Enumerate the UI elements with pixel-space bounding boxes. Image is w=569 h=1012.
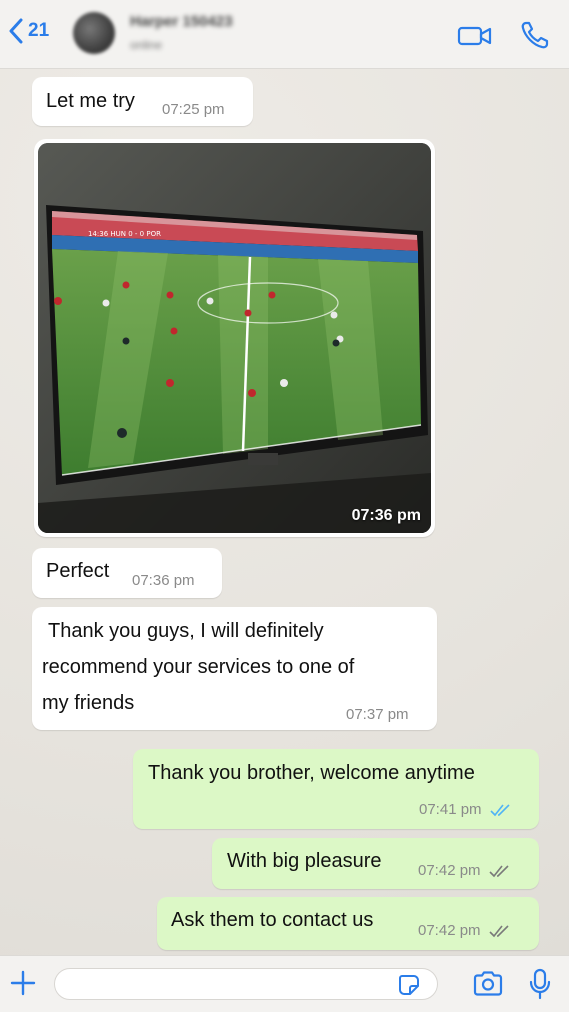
- phone-icon[interactable]: [518, 18, 552, 52]
- message-line: my friends: [42, 692, 135, 714]
- plus-icon[interactable]: [8, 968, 38, 998]
- message-bubble[interactable]: Thank you guys, I will definitely recomm…: [32, 607, 437, 730]
- message-composer: [0, 955, 569, 1012]
- camera-icon[interactable]: [472, 970, 504, 998]
- photo-message[interactable]: 14:36 HUN 0 - 0 POR 07:36 pm: [38, 143, 431, 533]
- message-time-status: 07:42 pm: [418, 922, 511, 939]
- message-line: Thank you guys, I will definitely: [48, 620, 324, 642]
- message-bubble[interactable]: Ask them to contact us 07:42 pm: [157, 897, 539, 950]
- tv-football-photo: [38, 143, 431, 533]
- message-time: 07:25 pm: [162, 101, 225, 118]
- chat-header: 21 Harper 150423 online: [0, 0, 569, 69]
- contact-status: online: [130, 38, 163, 52]
- message-bubble[interactable]: With big pleasure 07:42 pm: [212, 838, 539, 889]
- message-time-status: 07:42 pm: [418, 862, 511, 879]
- tv-scoreline: 14:36 HUN 0 - 0 POR: [88, 230, 161, 238]
- message-text: With big pleasure: [227, 850, 382, 872]
- double-check-icon: [489, 925, 509, 938]
- chevron-left-icon: [9, 18, 23, 44]
- message-time: 07:36 pm: [351, 507, 421, 524]
- sticker-icon[interactable]: [398, 974, 420, 996]
- message-time: 07:42 pm: [418, 922, 481, 939]
- message-time: 07:36 pm: [132, 572, 195, 589]
- message-bubble[interactable]: Perfect 07:36 pm: [32, 548, 222, 598]
- contact-name[interactable]: Harper 150423: [130, 13, 233, 30]
- message-text: Perfect: [46, 560, 110, 582]
- message-time: 07:41 pm: [419, 801, 482, 818]
- back-button[interactable]: 21: [8, 18, 49, 44]
- message-line: recommend your services to one of: [42, 656, 355, 678]
- message-time: 07:37 pm: [346, 706, 409, 723]
- unread-count: 21: [28, 20, 50, 41]
- avatar[interactable]: [73, 12, 115, 54]
- video-camera-icon[interactable]: [456, 22, 494, 48]
- double-check-icon: [489, 865, 509, 878]
- message-text: Let me try: [46, 90, 135, 112]
- message-time: 07:42 pm: [418, 862, 481, 879]
- message-text: Thank you brother, welcome anytime: [148, 762, 475, 784]
- message-input[interactable]: [54, 968, 438, 1000]
- message-text: Ask them to contact us: [171, 909, 374, 931]
- message-bubble[interactable]: Thank you brother, welcome anytime 07:41…: [133, 749, 539, 829]
- microphone-icon[interactable]: [528, 968, 552, 1000]
- double-check-read-icon: [490, 804, 510, 817]
- message-time-status: 07:41 pm: [419, 801, 512, 818]
- message-bubble[interactable]: Let me try 07:25 pm: [32, 77, 253, 126]
